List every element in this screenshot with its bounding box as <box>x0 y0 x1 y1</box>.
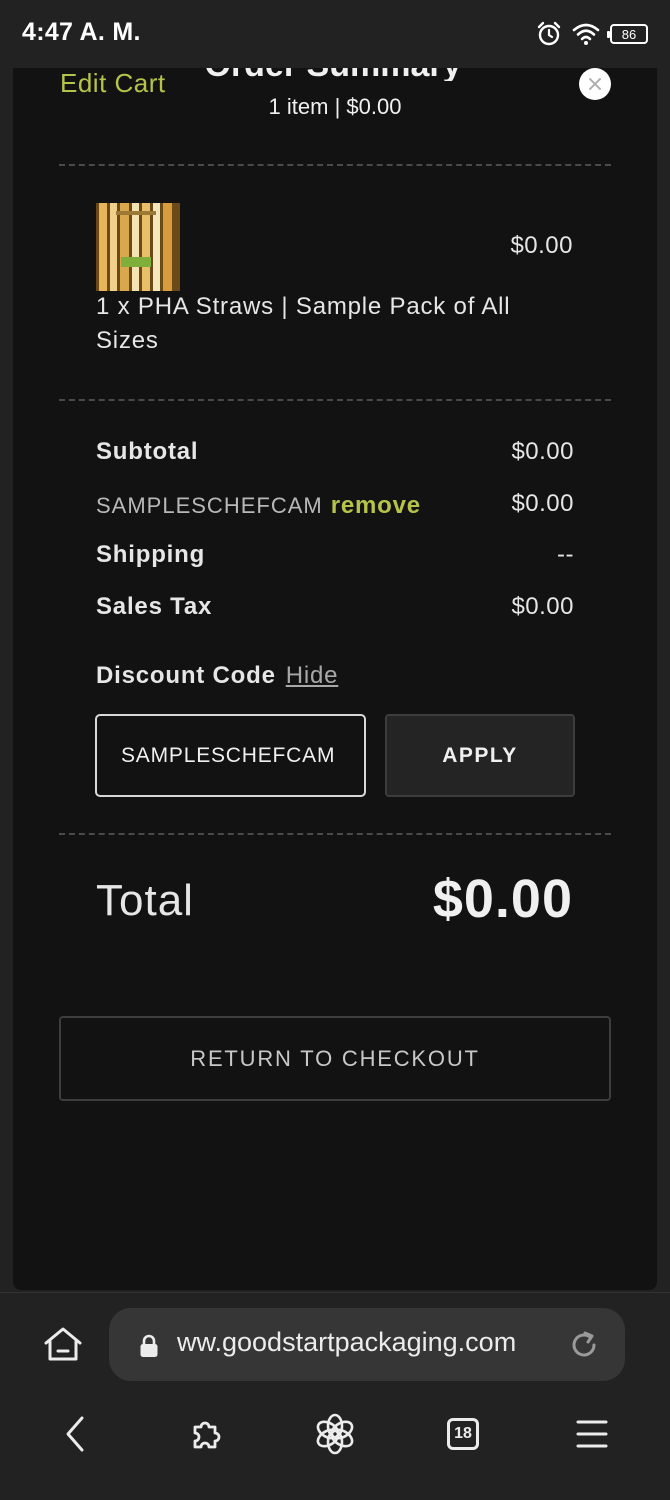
tabs-icon: 18 <box>447 1418 479 1450</box>
close-icon <box>589 78 601 90</box>
alarm-icon <box>537 21 561 46</box>
order-summary-panel: Edit Cart Order Summary 1 item | $0.00 $… <box>13 68 657 1290</box>
sales-tax-label: Sales Tax <box>96 593 213 620</box>
battery-level: 86 <box>621 26 637 42</box>
menu-icon <box>576 1420 608 1448</box>
divider <box>59 164 611 166</box>
menu-button[interactable] <box>564 1406 620 1462</box>
tab-count: 18 <box>454 1425 472 1442</box>
order-summary-title-clip: Order Summary <box>163 68 503 81</box>
total-value: $0.00 <box>432 869 573 929</box>
home-button[interactable] <box>40 1321 86 1367</box>
status-icons: 86 <box>536 18 648 50</box>
discount-row: SAMPLESCHEFCAM remove $0.00 <box>96 490 574 526</box>
url-text: ww.goodstartpackaging.com <box>177 1327 517 1357</box>
sales-tax-row: Sales Tax $0.00 <box>96 593 574 629</box>
lock-icon <box>140 1334 158 1357</box>
divider <box>59 833 611 835</box>
applied-code-label: SAMPLESCHEFCAM remove <box>96 492 421 520</box>
browser-toolbar: ww.goodstartpackaging.com <box>0 1292 670 1393</box>
status-time: 4:47 A. M. <box>22 18 141 46</box>
return-to-checkout-button[interactable]: RETURN TO CHECKOUT <box>59 1016 611 1101</box>
wifi-icon <box>572 23 600 45</box>
back-button[interactable] <box>47 1406 103 1462</box>
subtotal-value: $0.00 <box>511 438 574 465</box>
extensions-icon <box>193 1421 221 1449</box>
discount-value: $0.00 <box>511 490 574 517</box>
discount-code-input[interactable] <box>95 714 366 797</box>
chatgpt-button[interactable] <box>307 1406 363 1462</box>
divider <box>59 399 611 401</box>
shipping-label: Shipping <box>96 541 206 568</box>
extensions-button[interactable] <box>179 1406 235 1462</box>
battery-icon: 86 <box>607 24 648 44</box>
shipping-value: -- <box>557 541 574 568</box>
discount-code-label: Discount Code <box>96 662 276 689</box>
subtotal-label: Subtotal <box>96 438 199 465</box>
subtotal-row: Subtotal $0.00 <box>96 438 574 474</box>
order-summary-title: Order Summary <box>163 68 503 81</box>
address-bar[interactable]: ww.goodstartpackaging.com <box>109 1308 625 1381</box>
sales-tax-value: $0.00 <box>511 593 574 620</box>
back-icon <box>66 1416 84 1452</box>
hide-discount-link[interactable]: Hide <box>286 662 339 689</box>
close-button[interactable] <box>579 68 611 100</box>
discount-code-heading: Discount Code Hide <box>96 662 338 690</box>
chatgpt-icon <box>316 1413 354 1455</box>
product-thumbnail[interactable] <box>96 203 180 291</box>
item-name: 1 x PHA Straws | Sample Pack of All Size… <box>96 293 511 354</box>
home-icon <box>44 1327 82 1361</box>
order-summary-subtitle: 1 item | $0.00 <box>268 94 402 119</box>
item-price: $0.00 <box>510 232 573 259</box>
total-label: Total <box>96 876 194 925</box>
status-bar: 4:47 A. M. 86 <box>0 0 670 68</box>
applied-code: SAMPLESCHEFCAM <box>96 493 323 518</box>
remove-code-link[interactable]: remove <box>331 492 421 519</box>
browser-navbar: 18 <box>0 1392 670 1500</box>
reload-icon[interactable] <box>567 1328 601 1362</box>
shipping-row: Shipping -- <box>96 541 574 577</box>
tabs-button[interactable]: 18 <box>435 1406 491 1462</box>
apply-button[interactable]: APPLY <box>385 714 575 797</box>
